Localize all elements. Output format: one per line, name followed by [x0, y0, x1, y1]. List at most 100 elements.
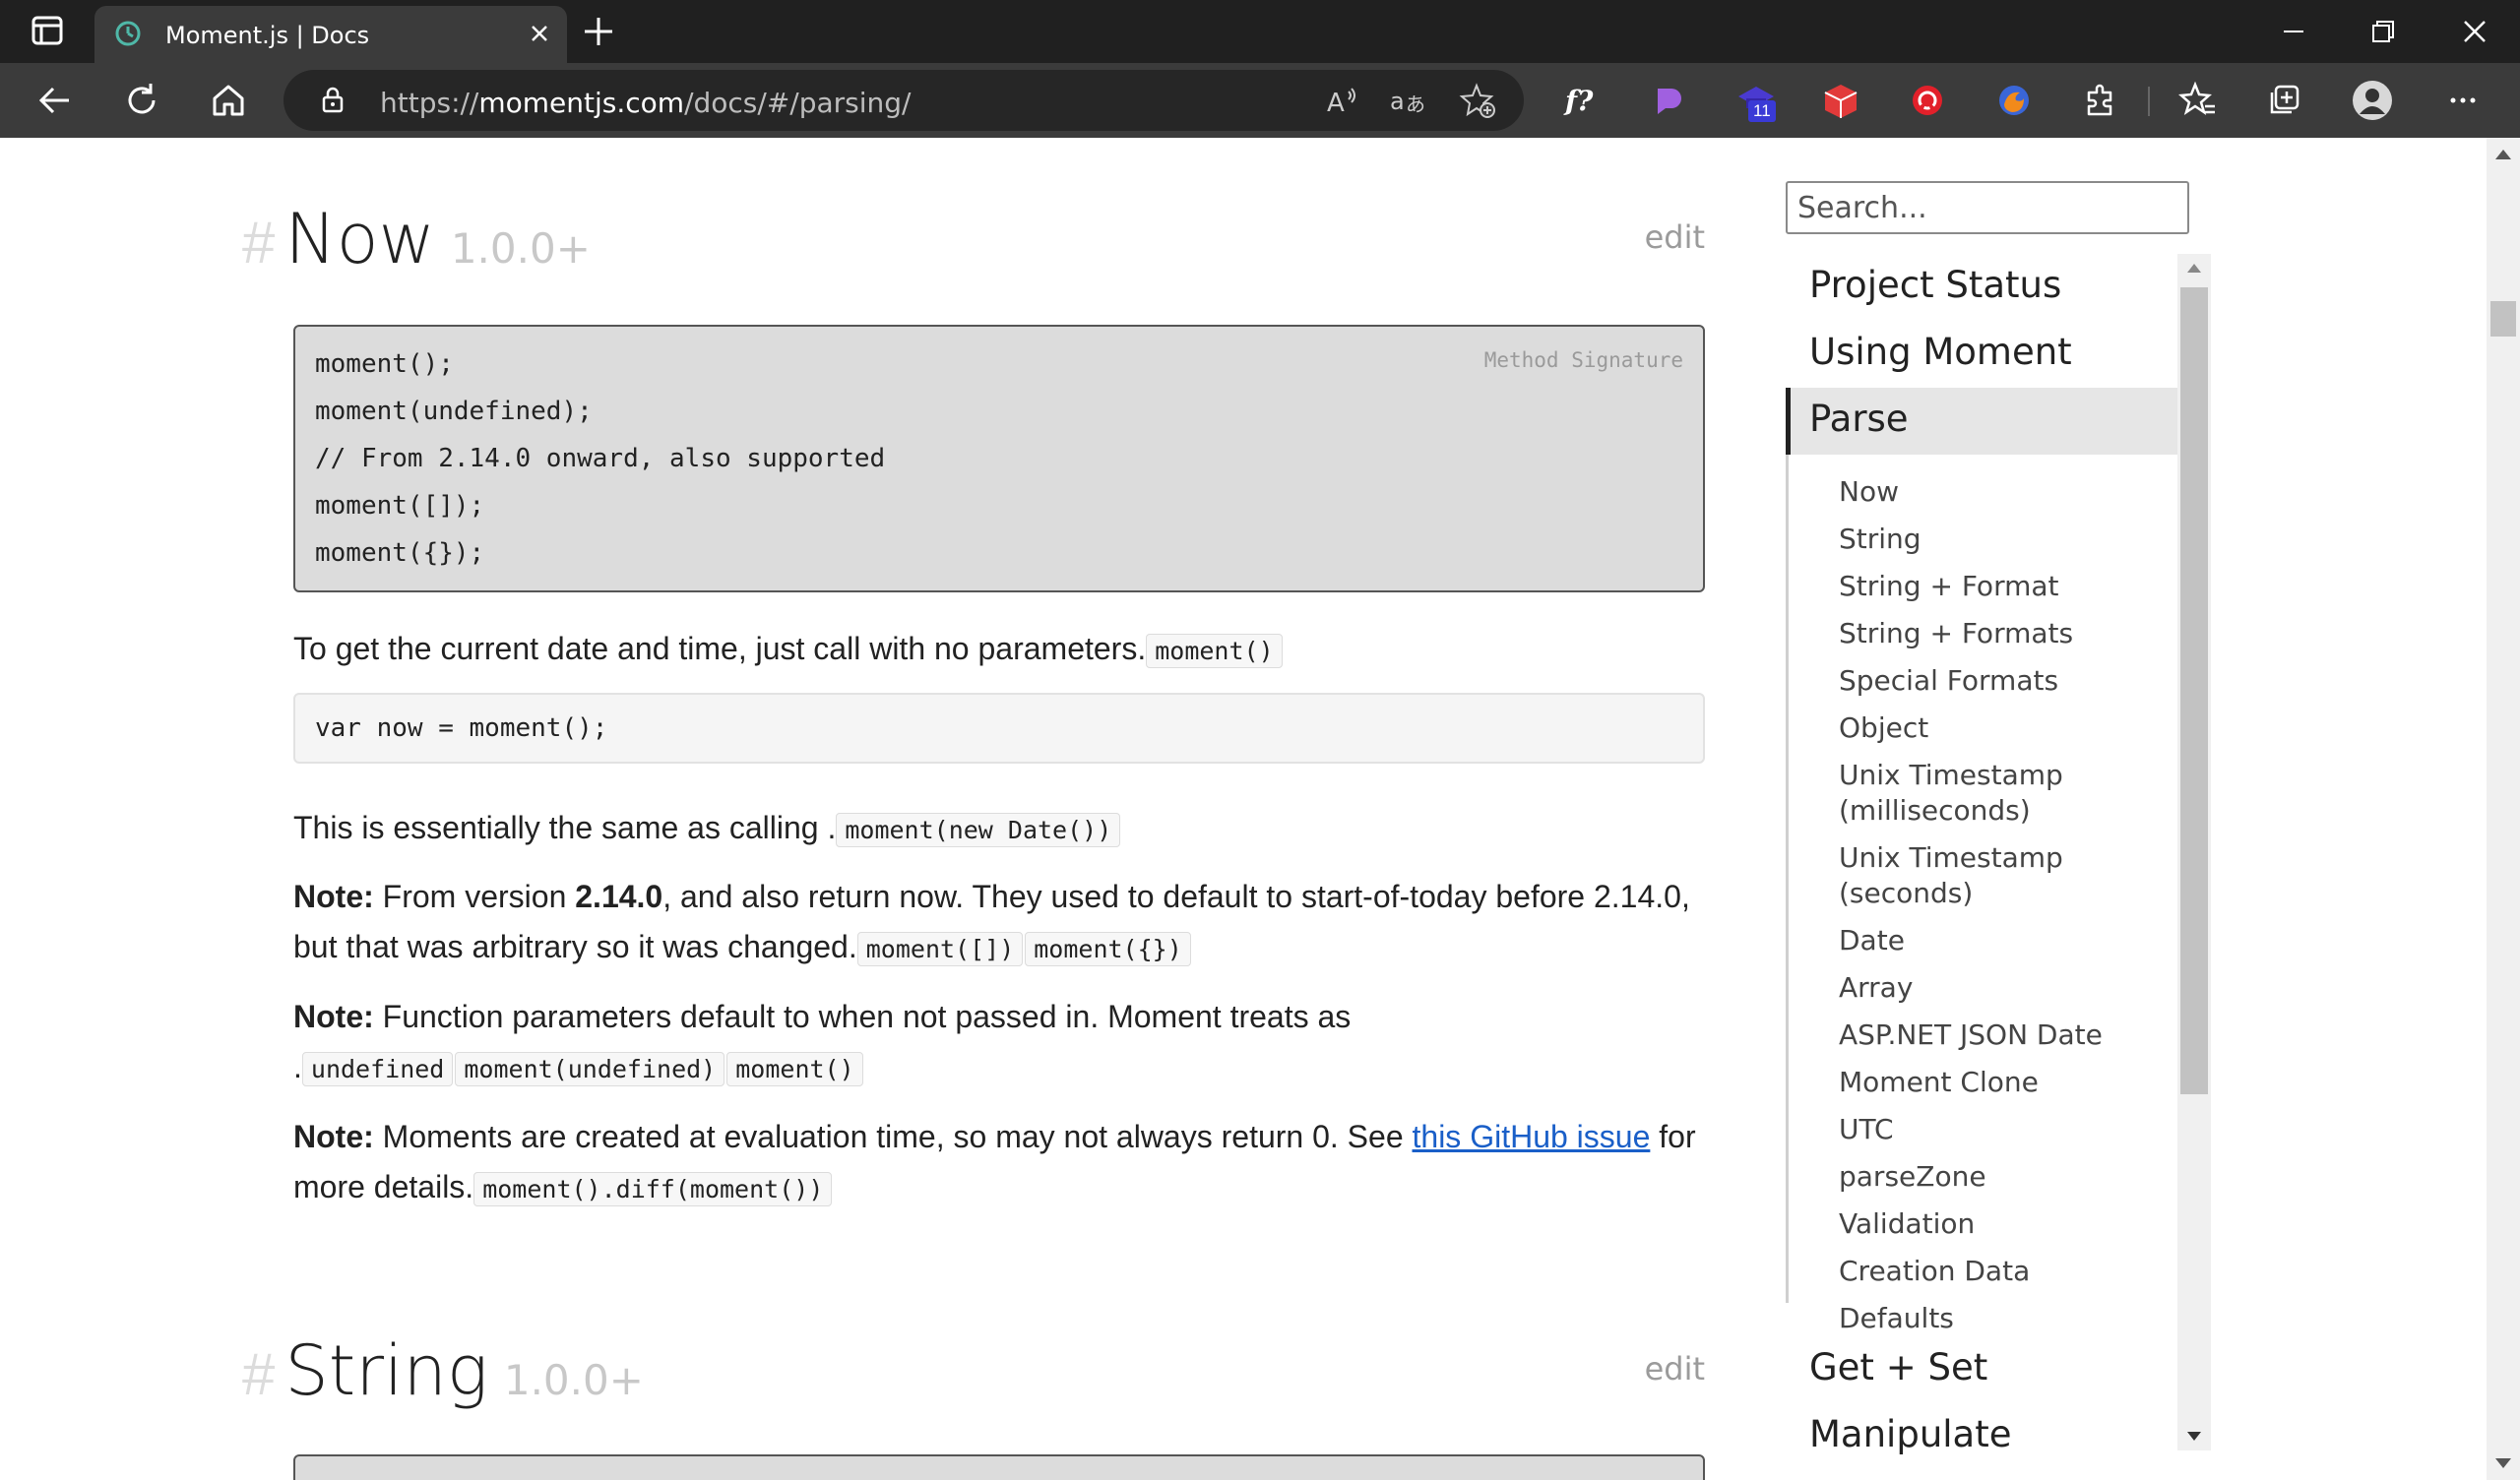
collections-icon[interactable]	[2262, 79, 2305, 122]
page-scrollbar[interactable]	[2487, 138, 2520, 1480]
search-input[interactable]	[1786, 181, 2189, 234]
section-anchor[interactable]: #	[242, 210, 275, 276]
extension-firefox-icon[interactable]	[1992, 79, 2036, 122]
scrollbar-thumb[interactable]	[2490, 301, 2516, 337]
toc-item-label: Parse	[1809, 398, 1909, 440]
lock-icon[interactable]	[317, 84, 348, 115]
profile-avatar[interactable]	[2351, 79, 2394, 122]
toc-item-get-set[interactable]: Get + Set	[1809, 1346, 1987, 1388]
tab-actions-icon[interactable]	[18, 12, 77, 51]
paragraph: This is essentially the same as calling …	[293, 803, 1711, 855]
more-menu-icon[interactable]	[2441, 79, 2485, 122]
toc-sub-item-unix-s[interactable]: Unix Timestamp (seconds)	[1839, 840, 2154, 911]
method-signature-block: Method Signature moment(); moment(undefi…	[293, 325, 1705, 592]
svg-text:f?: f?	[1563, 85, 1594, 117]
moment-favicon-icon	[114, 20, 142, 47]
inline-code: moment()	[1146, 634, 1283, 668]
minimize-icon[interactable]	[2264, 12, 2323, 51]
browser-toolbar: https://momentjs.com/docs/#/parsing/ A a…	[0, 63, 2520, 138]
math-solver-icon[interactable]: f?	[1561, 79, 1605, 122]
toc-sub-item-aspnet-json-date[interactable]: ASP.NET JSON Date	[1839, 1018, 2154, 1053]
browser-tab-active[interactable]: Moment.js | Docs	[94, 6, 567, 63]
home-icon[interactable]	[207, 79, 250, 122]
favorites-icon[interactable]	[2175, 79, 2219, 122]
toc-sub-item-defaults[interactable]: Defaults	[1839, 1301, 2154, 1336]
scroll-down-icon[interactable]	[2187, 1432, 2201, 1441]
toc-sub-item-validation[interactable]: Validation	[1839, 1206, 2154, 1242]
section-heading-now: # Now 1.0.0+ edit	[242, 199, 1705, 279]
toc-sub-item-now[interactable]: Now	[1839, 474, 2154, 510]
toc-sub-item-date[interactable]: Date	[1839, 923, 2154, 958]
extension-badge: 11	[1748, 100, 1776, 122]
toc-sub-item-array[interactable]: Array	[1839, 970, 2154, 1006]
url-prefix: https://	[380, 87, 479, 119]
paragraph: To get the current date and time, just c…	[293, 624, 1711, 676]
svg-text:A: A	[1327, 89, 1345, 118]
toc-sub-item-creation-data[interactable]: Creation Data	[1839, 1254, 2154, 1289]
url-text[interactable]: https://momentjs.com/docs/#/parsing/	[380, 87, 912, 119]
note-text: Function parameters default to when not …	[382, 999, 1352, 1034]
toc-sub-border	[1786, 455, 1789, 1303]
toc-item-project-status[interactable]: Project Status	[1809, 264, 2061, 306]
extension-cube-icon[interactable]	[1819, 79, 1862, 122]
inline-code: moment()	[726, 1052, 863, 1086]
address-bar[interactable]: https://momentjs.com/docs/#/parsing/ A a…	[284, 70, 1524, 131]
section-title: String	[284, 1330, 488, 1411]
refresh-icon[interactable]	[120, 79, 163, 122]
extension-purple-icon[interactable]	[1646, 79, 1689, 122]
restore-icon[interactable]	[2353, 12, 2412, 51]
inline-code: moment().diff(moment())	[473, 1172, 833, 1206]
code-line: moment();	[315, 349, 454, 379]
toc-sub-item-moment-clone[interactable]: Moment Clone	[1839, 1065, 2154, 1100]
note-label: Note:	[293, 879, 374, 914]
toc-sub-item-special-formats[interactable]: Special Formats	[1839, 663, 2154, 699]
inline-code: undefined	[301, 1052, 454, 1086]
toc-sub-item-string-formats[interactable]: String + Formats	[1839, 616, 2154, 651]
section-version: 1.0.0+	[503, 1356, 644, 1404]
toc-item-using-moment[interactable]: Using Moment	[1809, 331, 2072, 373]
note-paragraph: Note: Function parameters default to whe…	[293, 992, 1711, 1094]
version-number: 2.14.0	[575, 879, 663, 914]
section-title: Now	[284, 199, 435, 279]
code-line: moment([]);	[315, 491, 485, 521]
close-tab-icon[interactable]	[526, 20, 553, 47]
note-text: Moments are created at evaluation time, …	[382, 1119, 1413, 1154]
scrollbar-thumb[interactable]	[2180, 287, 2208, 1094]
section-heading-string: # String 1.0.0+ edit	[242, 1330, 1705, 1411]
tab-strip: Moment.js | Docs	[0, 0, 2520, 63]
method-signature-label: Method Signature	[1483, 348, 1683, 372]
read-aloud-icon[interactable]: A	[1323, 82, 1360, 119]
back-icon[interactable]	[33, 79, 77, 122]
new-tab-icon[interactable]	[581, 14, 616, 49]
section-anchor[interactable]: #	[242, 1341, 275, 1407]
toc-sub-item-utc[interactable]: UTC	[1839, 1112, 2154, 1147]
toc-item-parse[interactable]: Parse	[1786, 388, 2177, 455]
extensions-icon[interactable]	[2079, 79, 2122, 122]
extension-red-icon[interactable]	[1906, 79, 1949, 122]
toc-sub-item-string[interactable]: String	[1839, 522, 2154, 557]
note-label: Note:	[293, 999, 374, 1034]
inline-code: moment({})	[1025, 932, 1191, 966]
toc-sub-item-string-format[interactable]: String + Format	[1839, 569, 2154, 604]
toc-item-manipulate[interactable]: Manipulate	[1809, 1413, 2012, 1455]
url-path: /docs/#/parsing/	[684, 87, 912, 119]
note-text: .	[293, 1049, 302, 1084]
toc-scrollbar[interactable]	[2177, 254, 2211, 1450]
docs-page: # Now 1.0.0+ edit Method Signature moment(…	[0, 138, 2487, 1480]
scroll-down-icon[interactable]	[2495, 1458, 2511, 1468]
table-of-contents: Project Status Using Moment Parse Now St…	[1786, 254, 2179, 1464]
toc-sub-item-object[interactable]: Object	[1839, 710, 2154, 746]
code-line: // From 2.14.0 onward, also supported	[315, 444, 886, 473]
note-paragraph: Note: From version 2.14.0, and also retu…	[293, 872, 1711, 974]
edit-link[interactable]: edit	[1645, 1350, 1705, 1388]
toc-sub-item-parsezone[interactable]: parseZone	[1839, 1159, 2154, 1195]
scroll-up-icon[interactable]	[2495, 150, 2511, 159]
scroll-up-icon[interactable]	[2187, 264, 2201, 273]
inline-code: moment(new Date())	[836, 813, 1121, 847]
close-window-icon[interactable]	[2445, 12, 2504, 51]
github-issue-link[interactable]: this GitHub issue	[1413, 1119, 1651, 1154]
add-favorite-icon[interactable]	[1459, 82, 1496, 119]
toc-sub-item-unix-ms[interactable]: Unix Timestamp (milliseconds)	[1839, 758, 2154, 829]
translate-icon[interactable]: aあ	[1388, 82, 1425, 119]
edit-link[interactable]: edit	[1645, 218, 1705, 256]
